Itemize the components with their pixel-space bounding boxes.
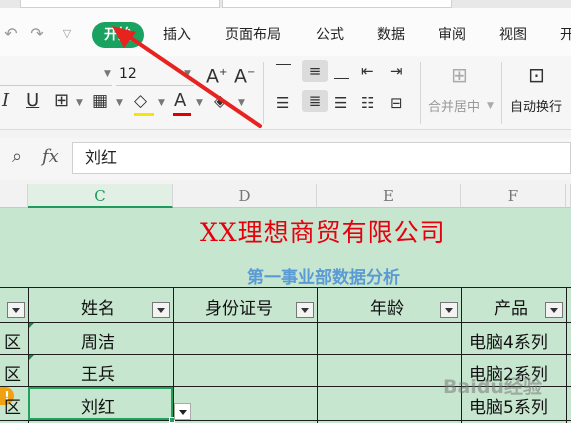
spreadsheet-window: ↶ ↷ ▽ 开始 插入 页面布局 公式 数据 审阅 视图 开 ▼ 12 ▼ A+… <box>0 0 571 423</box>
annotation-arrow-icon <box>112 26 262 128</box>
